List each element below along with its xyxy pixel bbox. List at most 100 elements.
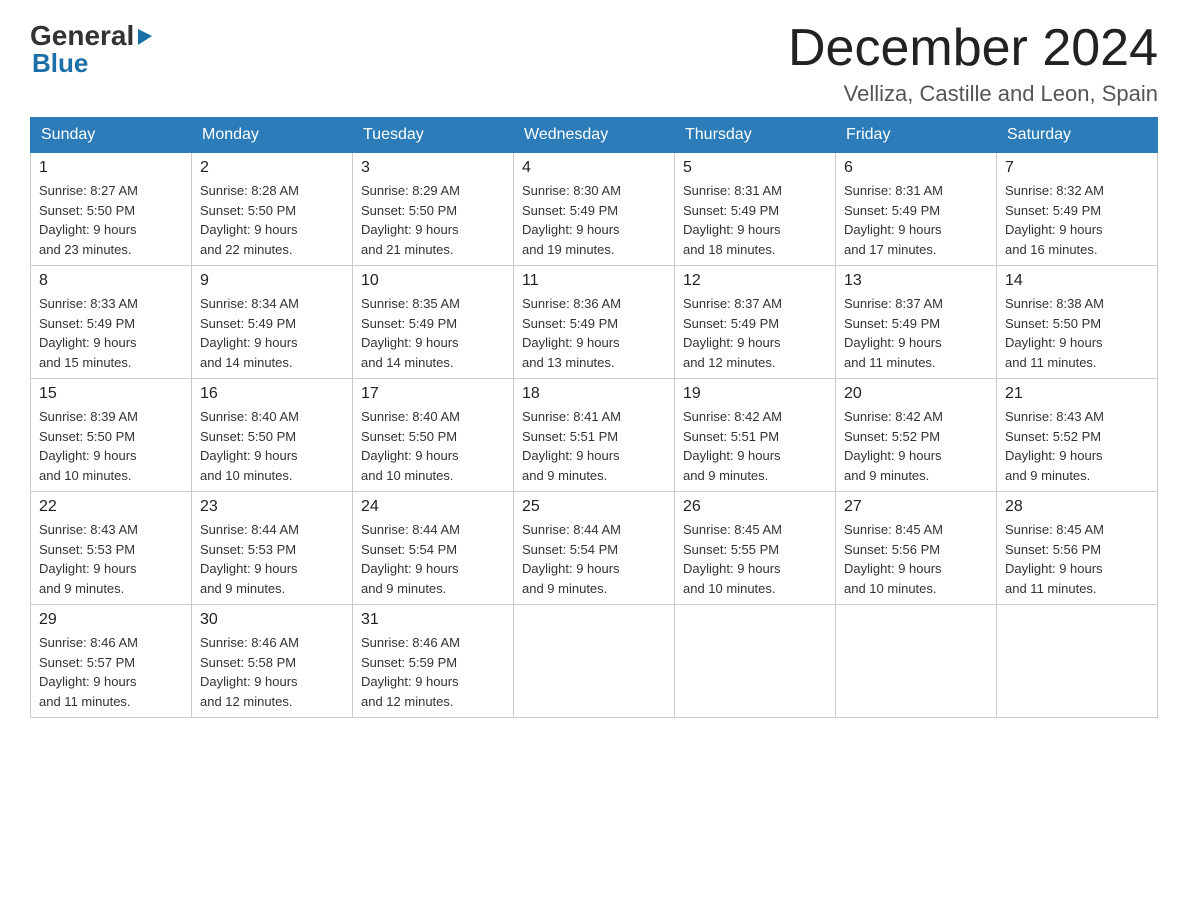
weekday-header-tuesday: Tuesday bbox=[353, 118, 514, 153]
day-number: 13 bbox=[844, 272, 988, 290]
subtitle: Velliza, Castille and Leon, Spain bbox=[788, 81, 1158, 107]
calendar-cell: 22Sunrise: 8:43 AMSunset: 5:53 PMDayligh… bbox=[31, 492, 192, 605]
day-number: 4 bbox=[522, 159, 666, 177]
day-info: Sunrise: 8:43 AMSunset: 5:53 PMDaylight:… bbox=[39, 520, 183, 598]
calendar-cell: 28 Sunrise: 8:45 AMSunset: 5:56 PMDayligh… bbox=[997, 492, 1158, 605]
calendar-cell bbox=[675, 605, 836, 718]
day-info: Sunrise: 8:45 AMSunset: 5:56 PMDaylight:… bbox=[844, 520, 988, 598]
day-info: Sunrise: 8:43 AMSunset: 5:52 PMDaylight:… bbox=[1005, 407, 1149, 485]
day-number: 28 bbox=[1005, 498, 1149, 516]
weekday-header-saturday: Saturday bbox=[997, 118, 1158, 153]
weekday-header-wednesday: Wednesday bbox=[514, 118, 675, 153]
calendar-week-row: 15Sunrise: 8:39 AMSunset: 5:50 PMDayligh… bbox=[31, 379, 1158, 492]
day-number: 31 bbox=[361, 611, 505, 629]
day-number: 24 bbox=[361, 498, 505, 516]
weekday-header-monday: Monday bbox=[192, 118, 353, 153]
calendar-cell: 9 Sunrise: 8:34 AMSunset: 5:49 PMDaylight… bbox=[192, 266, 353, 379]
day-number: 12 bbox=[683, 272, 827, 290]
main-title: December 2024 bbox=[788, 20, 1158, 77]
day-number: 30 bbox=[200, 611, 344, 629]
day-number: 25 bbox=[522, 498, 666, 516]
calendar-cell: 14 Sunrise: 8:38 AMSunset: 5:50 PMDayligh… bbox=[997, 266, 1158, 379]
day-info: Sunrise: 8:41 AMSunset: 5:51 PMDaylight:… bbox=[522, 407, 666, 485]
day-info: Sunrise: 8:36 AMSunset: 5:49 PMDaylight:… bbox=[522, 294, 666, 372]
day-number: 20 bbox=[844, 385, 988, 403]
calendar-cell: 24 Sunrise: 8:44 AMSunset: 5:54 PMDayligh… bbox=[353, 492, 514, 605]
day-number: 9 bbox=[200, 272, 344, 290]
page-header: General Blue December 2024 Velliza, Cast… bbox=[30, 20, 1158, 107]
weekday-header-friday: Friday bbox=[836, 118, 997, 153]
day-info: Sunrise: 8:46 AMSunset: 5:57 PMDaylight:… bbox=[39, 633, 183, 711]
day-number: 10 bbox=[361, 272, 505, 290]
title-section: December 2024 Velliza, Castille and Leon… bbox=[788, 20, 1158, 107]
day-info: Sunrise: 8:31 AMSunset: 5:49 PMDaylight:… bbox=[844, 181, 988, 259]
weekday-header-thursday: Thursday bbox=[675, 118, 836, 153]
day-info: Sunrise: 8:45 AMSunset: 5:55 PMDaylight:… bbox=[683, 520, 827, 598]
calendar-header-row: SundayMondayTuesdayWednesdayThursdayFrid… bbox=[31, 118, 1158, 153]
day-info: Sunrise: 8:42 AMSunset: 5:52 PMDaylight:… bbox=[844, 407, 988, 485]
calendar-cell: 3Sunrise: 8:29 AMSunset: 5:50 PMDaylight… bbox=[353, 153, 514, 266]
calendar-cell: 23Sunrise: 8:44 AMSunset: 5:53 PMDayligh… bbox=[192, 492, 353, 605]
calendar-cell: 1 Sunrise: 8:27 AMSunset: 5:50 PMDaylight… bbox=[31, 153, 192, 266]
day-info: Sunrise: 8:40 AMSunset: 5:50 PMDaylight:… bbox=[200, 407, 344, 485]
day-info: Sunrise: 8:44 AMSunset: 5:53 PMDaylight:… bbox=[200, 520, 344, 598]
day-info: Sunrise: 8:44 AMSunset: 5:54 PMDaylight:… bbox=[361, 520, 505, 598]
day-info: Sunrise: 8:27 AMSunset: 5:50 PMDaylight:… bbox=[39, 181, 183, 259]
day-info: Sunrise: 8:29 AMSunset: 5:50 PMDaylight:… bbox=[361, 181, 505, 259]
calendar-cell: 31Sunrise: 8:46 AMSunset: 5:59 PMDayligh… bbox=[353, 605, 514, 718]
calendar-cell: 13 Sunrise: 8:37 AMSunset: 5:49 PMDayligh… bbox=[836, 266, 997, 379]
calendar-cell: 18 Sunrise: 8:41 AMSunset: 5:51 PMDayligh… bbox=[514, 379, 675, 492]
day-info: Sunrise: 8:34 AMSunset: 5:49 PMDaylight:… bbox=[200, 294, 344, 372]
day-info: Sunrise: 8:31 AMSunset: 5:49 PMDaylight:… bbox=[683, 181, 827, 259]
day-info: Sunrise: 8:42 AMSunset: 5:51 PMDaylight:… bbox=[683, 407, 827, 485]
day-info: Sunrise: 8:40 AMSunset: 5:50 PMDaylight:… bbox=[361, 407, 505, 485]
day-info: Sunrise: 8:37 AMSunset: 5:49 PMDaylight:… bbox=[683, 294, 827, 372]
day-info: Sunrise: 8:37 AMSunset: 5:49 PMDaylight:… bbox=[844, 294, 988, 372]
calendar-cell: 25Sunrise: 8:44 AMSunset: 5:54 PMDayligh… bbox=[514, 492, 675, 605]
calendar-cell: 30 Sunrise: 8:46 AMSunset: 5:58 PMDayligh… bbox=[192, 605, 353, 718]
logo-arrow-icon bbox=[136, 20, 154, 52]
calendar-cell: 7 Sunrise: 8:32 AMSunset: 5:49 PMDaylight… bbox=[997, 153, 1158, 266]
calendar-week-row: 29Sunrise: 8:46 AMSunset: 5:57 PMDayligh… bbox=[31, 605, 1158, 718]
calendar-cell: 20 Sunrise: 8:42 AMSunset: 5:52 PMDayligh… bbox=[836, 379, 997, 492]
day-number: 15 bbox=[39, 385, 183, 403]
calendar-cell bbox=[997, 605, 1158, 718]
calendar-cell: 8 Sunrise: 8:33 AMSunset: 5:49 PMDaylight… bbox=[31, 266, 192, 379]
day-number: 2 bbox=[200, 159, 344, 177]
day-number: 7 bbox=[1005, 159, 1149, 177]
day-number: 5 bbox=[683, 159, 827, 177]
calendar-week-row: 22Sunrise: 8:43 AMSunset: 5:53 PMDayligh… bbox=[31, 492, 1158, 605]
calendar-week-row: 8 Sunrise: 8:33 AMSunset: 5:49 PMDaylight… bbox=[31, 266, 1158, 379]
day-info: Sunrise: 8:32 AMSunset: 5:49 PMDaylight:… bbox=[1005, 181, 1149, 259]
calendar-cell: 15Sunrise: 8:39 AMSunset: 5:50 PMDayligh… bbox=[31, 379, 192, 492]
calendar-cell: 26 Sunrise: 8:45 AMSunset: 5:55 PMDayligh… bbox=[675, 492, 836, 605]
calendar-cell: 5 Sunrise: 8:31 AMSunset: 5:49 PMDaylight… bbox=[675, 153, 836, 266]
day-info: Sunrise: 8:35 AMSunset: 5:49 PMDaylight:… bbox=[361, 294, 505, 372]
day-info: Sunrise: 8:46 AMSunset: 5:58 PMDaylight:… bbox=[200, 633, 344, 711]
day-info: Sunrise: 8:33 AMSunset: 5:49 PMDaylight:… bbox=[39, 294, 183, 372]
calendar-cell: 2 Sunrise: 8:28 AMSunset: 5:50 PMDaylight… bbox=[192, 153, 353, 266]
calendar-cell: 21Sunrise: 8:43 AMSunset: 5:52 PMDayligh… bbox=[997, 379, 1158, 492]
day-number: 6 bbox=[844, 159, 988, 177]
calendar-cell: 17 Sunrise: 8:40 AMSunset: 5:50 PMDayligh… bbox=[353, 379, 514, 492]
calendar-table: SundayMondayTuesdayWednesdayThursdayFrid… bbox=[30, 117, 1158, 718]
day-number: 8 bbox=[39, 272, 183, 290]
day-number: 18 bbox=[522, 385, 666, 403]
calendar-cell: 11Sunrise: 8:36 AMSunset: 5:49 PMDayligh… bbox=[514, 266, 675, 379]
day-number: 16 bbox=[200, 385, 344, 403]
day-number: 17 bbox=[361, 385, 505, 403]
calendar-cell: 10 Sunrise: 8:35 AMSunset: 5:49 PMDayligh… bbox=[353, 266, 514, 379]
day-info: Sunrise: 8:45 AMSunset: 5:56 PMDaylight:… bbox=[1005, 520, 1149, 598]
calendar-cell: 6 Sunrise: 8:31 AMSunset: 5:49 PMDaylight… bbox=[836, 153, 997, 266]
day-info: Sunrise: 8:28 AMSunset: 5:50 PMDaylight:… bbox=[200, 181, 344, 259]
day-info: Sunrise: 8:38 AMSunset: 5:50 PMDaylight:… bbox=[1005, 294, 1149, 372]
day-number: 26 bbox=[683, 498, 827, 516]
calendar-cell bbox=[514, 605, 675, 718]
calendar-cell: 12 Sunrise: 8:37 AMSunset: 5:49 PMDayligh… bbox=[675, 266, 836, 379]
calendar-cell: 19Sunrise: 8:42 AMSunset: 5:51 PMDayligh… bbox=[675, 379, 836, 492]
calendar-cell: 29Sunrise: 8:46 AMSunset: 5:57 PMDayligh… bbox=[31, 605, 192, 718]
logo: General Blue bbox=[30, 20, 156, 79]
day-number: 14 bbox=[1005, 272, 1149, 290]
logo-blue-text: Blue bbox=[32, 48, 88, 78]
day-number: 1 bbox=[39, 159, 183, 177]
